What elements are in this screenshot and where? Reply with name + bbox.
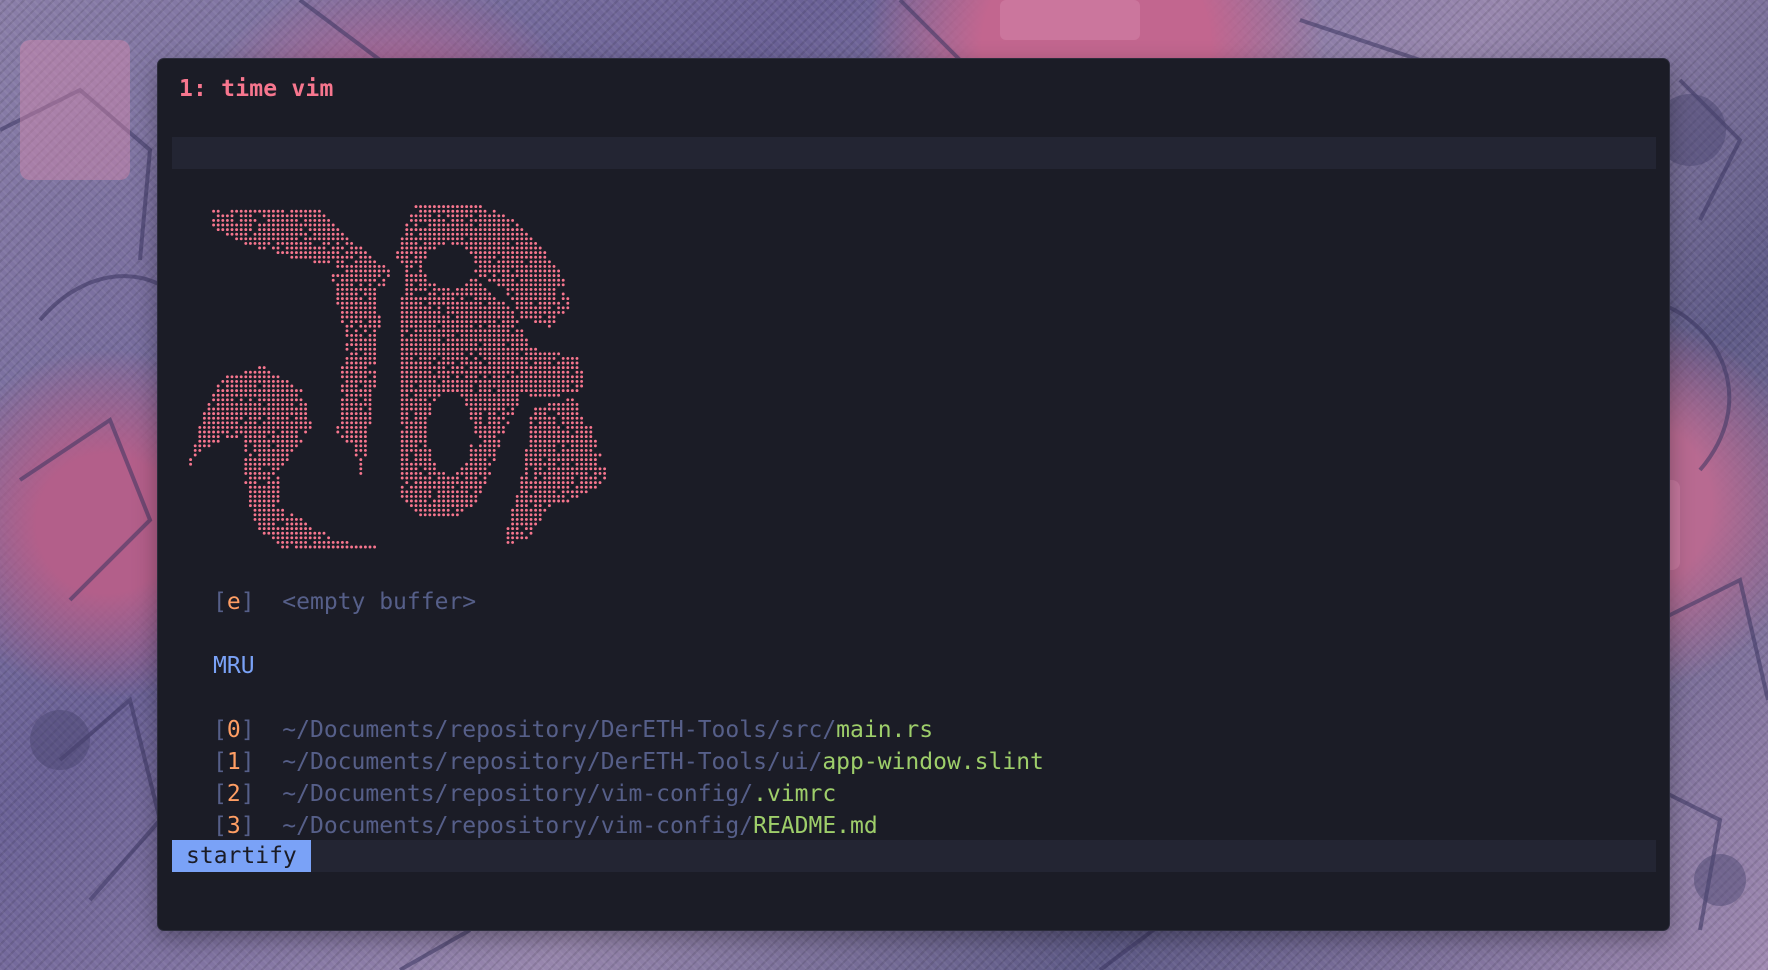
mru-key: 2	[226, 781, 241, 807]
close-bracket: ]	[240, 589, 255, 615]
vim-tabline	[172, 137, 1656, 169]
mru-path: ~/Documents/repository/vim-config/	[282, 813, 754, 839]
mru-file: app-window.slint	[822, 749, 1044, 775]
mru-path: ~/Documents/repository/DerETH-Tools/ui/	[282, 749, 823, 775]
mru-item[interactable]: [0] ~/Documents/repository/DerETH-Tools/…	[213, 714, 933, 746]
mru-item[interactable]: [1] ~/Documents/repository/DerETH-Tools/…	[213, 746, 1044, 778]
mru-item[interactable]: [3] ~/Documents/repository/vim-config/RE…	[213, 810, 878, 842]
mru-file: main.rs	[836, 717, 934, 743]
mru-key: 1	[226, 749, 241, 775]
mru-item[interactable]: [2] ~/Documents/repository/vim-config/.v…	[213, 778, 836, 810]
empty-buffer-label: <empty buffer>	[282, 589, 477, 615]
mru-path: ~/Documents/repository/vim-config/	[282, 781, 754, 807]
mru-heading: MRU	[213, 653, 255, 679]
mru-key: 3	[226, 813, 241, 839]
empty-buffer-entry[interactable]: [e] <empty buffer>	[213, 586, 476, 618]
window-title: 1: time vim	[179, 76, 334, 102]
ascii-art-logo	[189, 205, 607, 549]
statusline: startify	[172, 840, 1656, 872]
mru-path: ~/Documents/repository/DerETH-Tools/src/	[282, 717, 837, 743]
mru-key: 0	[226, 717, 241, 743]
terminal-window[interactable]: 1: time vim [e] <empty buffer> MRU [0] ~…	[158, 59, 1669, 930]
open-bracket: [	[213, 589, 227, 615]
mru-file: .vimrc	[753, 781, 837, 807]
empty-buffer-key: e	[226, 589, 241, 615]
mode-indicator: startify	[172, 840, 311, 872]
mru-file: README.md	[753, 813, 878, 839]
